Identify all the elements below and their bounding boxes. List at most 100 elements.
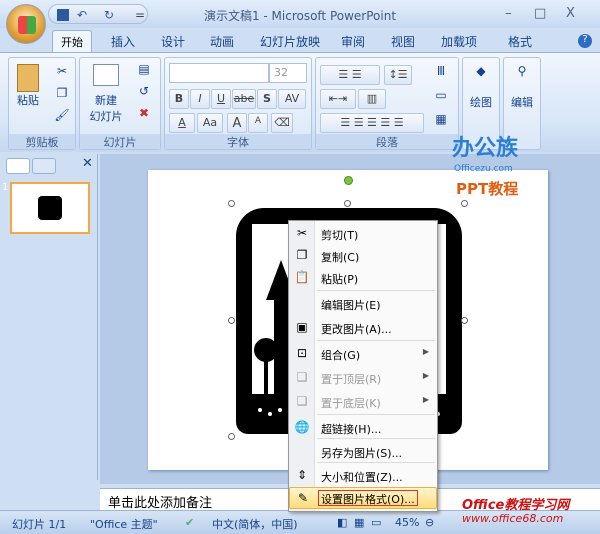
menu-item[interactable]: ✂ 剪切(T): [289, 223, 437, 245]
resize-handle[interactable]: [461, 200, 468, 207]
resize-handle[interactable]: [228, 200, 235, 207]
bullets-button[interactable]: ☰ ☰: [320, 65, 380, 85]
menu-item-label: 组合(G): [321, 349, 361, 362]
menu-item[interactable]: ❐ 复制(C): [289, 245, 437, 267]
minimize-button[interactable]: –: [505, 6, 512, 21]
zoom-level[interactable]: 45%: [395, 516, 419, 529]
format-painter-icon[interactable]: 🖌: [53, 108, 71, 126]
close-pane-icon[interactable]: ✕: [82, 156, 93, 171]
indent-button[interactable]: ⇤⇥: [320, 89, 356, 109]
resize-handle[interactable]: [344, 200, 351, 207]
clipboard-label: 剪贴板: [9, 134, 75, 149]
delete-slide-icon[interactable]: ✖: [135, 106, 153, 124]
normal-view-icon[interactable]: ◧: [337, 516, 347, 529]
footer-watermark: Office教程学习网: [462, 498, 570, 513]
submenu-arrow-icon: ▶: [422, 395, 429, 404]
office-button[interactable]: [6, 4, 46, 44]
menu-item[interactable]: ❏ 置于底层(K) ▶: [289, 391, 437, 413]
layout-icon[interactable]: ▤: [135, 62, 153, 80]
menu-item[interactable]: 📋 粘贴(P): [289, 267, 437, 289]
new-slide-button[interactable]: 新建 幻灯片: [84, 64, 128, 124]
shrink-font-button[interactable]: A: [248, 113, 268, 133]
font-color-button[interactable]: A: [169, 113, 195, 133]
columns-button[interactable]: ▥: [358, 89, 386, 109]
tab-view[interactable]: 视图: [391, 33, 415, 50]
menu-item[interactable]: 编辑图片(E): [289, 293, 437, 315]
smartart-icon[interactable]: ▦: [432, 112, 450, 130]
slides-tab[interactable]: [6, 158, 30, 174]
copy-icon[interactable]: ❐: [53, 86, 71, 104]
spellcheck-icon[interactable]: ✔: [185, 516, 194, 529]
customize-qat-icon[interactable]: =: [135, 8, 145, 22]
font-size-select[interactable]: 32: [269, 63, 307, 83]
font-label: 字体: [165, 134, 311, 149]
tab-design[interactable]: 设计: [161, 33, 185, 50]
cut-icon[interactable]: ✂: [53, 64, 71, 82]
bold-button[interactable]: B: [169, 89, 189, 109]
clear-format-button[interactable]: ⌫: [271, 113, 293, 133]
copy-icon: ❐: [296, 248, 308, 262]
tab-review[interactable]: 审阅: [341, 33, 365, 50]
slideshow-view-icon[interactable]: ▭: [371, 516, 381, 529]
menu-item[interactable]: 🌐 超链接(H)...: [289, 417, 437, 439]
paste-icon: 📋: [294, 270, 310, 284]
slide-thumbnail[interactable]: [10, 182, 90, 234]
close-button[interactable]: X: [566, 6, 575, 21]
send-back-icon: ❏: [296, 394, 308, 408]
paste-button[interactable]: 粘贴: [15, 64, 41, 108]
hyperlink-icon: 🌐: [294, 420, 310, 434]
line-spacing-button[interactable]: ↕☰: [384, 65, 412, 85]
editing-button[interactable]: ⚲ 编辑: [508, 64, 536, 110]
strikethrough-button[interactable]: abe: [232, 89, 256, 109]
shadow-button[interactable]: S: [257, 89, 277, 109]
size-position-icon: ⇕: [296, 468, 308, 482]
slides-pane: ✕ 1: [0, 154, 98, 480]
outline-tab[interactable]: [32, 158, 56, 174]
text-direction-icon[interactable]: Ⅲ: [432, 64, 450, 82]
group-slides: 新建 幻灯片 ▤ ↺ ✖ 幻灯片: [79, 57, 161, 150]
alignment-buttons[interactable]: ☰ ☰ ☰ ☰ ☰: [320, 113, 424, 133]
bring-front-icon: ❏: [296, 370, 308, 384]
menu-item[interactable]: ⊡ 组合(G) ▶: [289, 343, 437, 365]
align-text-icon[interactable]: ▭: [432, 88, 450, 106]
rotate-handle[interactable]: [344, 176, 353, 185]
menu-item[interactable]: ❏ 置于顶层(R) ▶: [289, 367, 437, 389]
italic-button[interactable]: I: [190, 89, 210, 109]
office-logo-icon: [18, 16, 36, 34]
slides-label: 幻灯片: [80, 134, 160, 149]
tab-addins[interactable]: 加载项: [441, 33, 477, 50]
group-clipboard: 粘贴 ✂ ❐ 🖌 剪贴板: [8, 57, 76, 150]
redo-icon[interactable]: ↻: [104, 8, 114, 22]
tab-slideshow[interactable]: 幻灯片放映: [260, 33, 320, 50]
resize-handle[interactable]: [461, 317, 468, 324]
reset-icon[interactable]: ↺: [135, 84, 153, 102]
new-slide-label-2: 幻灯片: [89, 110, 123, 123]
resize-handle[interactable]: [228, 317, 235, 324]
context-menu: ✂ 剪切(T) ❐ 复制(C) 📋 粘贴(P) 编辑图片(E) ▣ 更改图片(A)... ⊡ 组合(…: [288, 220, 438, 512]
resize-handle[interactable]: [228, 433, 235, 440]
sorter-view-icon[interactable]: ▦: [354, 516, 364, 529]
ribbon-tabs: 开始 插入 设计 动画 幻灯片放映 审阅 视图 加载项 格式 ?: [0, 28, 600, 54]
grow-font-button[interactable]: A: [227, 113, 247, 133]
menu-item[interactable]: ▣ 更改图片(A)...: [289, 317, 437, 339]
font-name-select[interactable]: [169, 63, 269, 83]
menu-item[interactable]: 另存为图片(S)...: [289, 441, 437, 463]
tab-format[interactable]: 格式: [508, 33, 532, 50]
char-spacing-button[interactable]: AV: [278, 89, 306, 109]
save-icon[interactable]: [57, 9, 69, 21]
tab-insert[interactable]: 插入: [111, 33, 135, 50]
watermark-brand: 办公族: [452, 136, 519, 161]
underline-button[interactable]: U: [211, 89, 231, 109]
menu-item[interactable]: ⇕ 大小和位置(Z)...: [289, 465, 437, 487]
undo-icon[interactable]: ↶: [77, 8, 87, 22]
change-case-button[interactable]: Aa: [197, 113, 223, 133]
group-icon: ⊡: [296, 346, 308, 360]
maximize-button[interactable]: □: [534, 6, 546, 21]
tab-animation[interactable]: 动画: [210, 33, 234, 50]
drawing-button[interactable]: ◆ 绘图: [467, 64, 495, 110]
tab-home[interactable]: 开始: [52, 30, 92, 54]
zoom-out-icon[interactable]: ⊖: [425, 516, 434, 529]
language: 中文(简体，中国): [212, 518, 298, 531]
help-icon[interactable]: ?: [578, 34, 592, 48]
menu-item[interactable]: ✎ 设置图片格式(O)...: [289, 487, 437, 509]
